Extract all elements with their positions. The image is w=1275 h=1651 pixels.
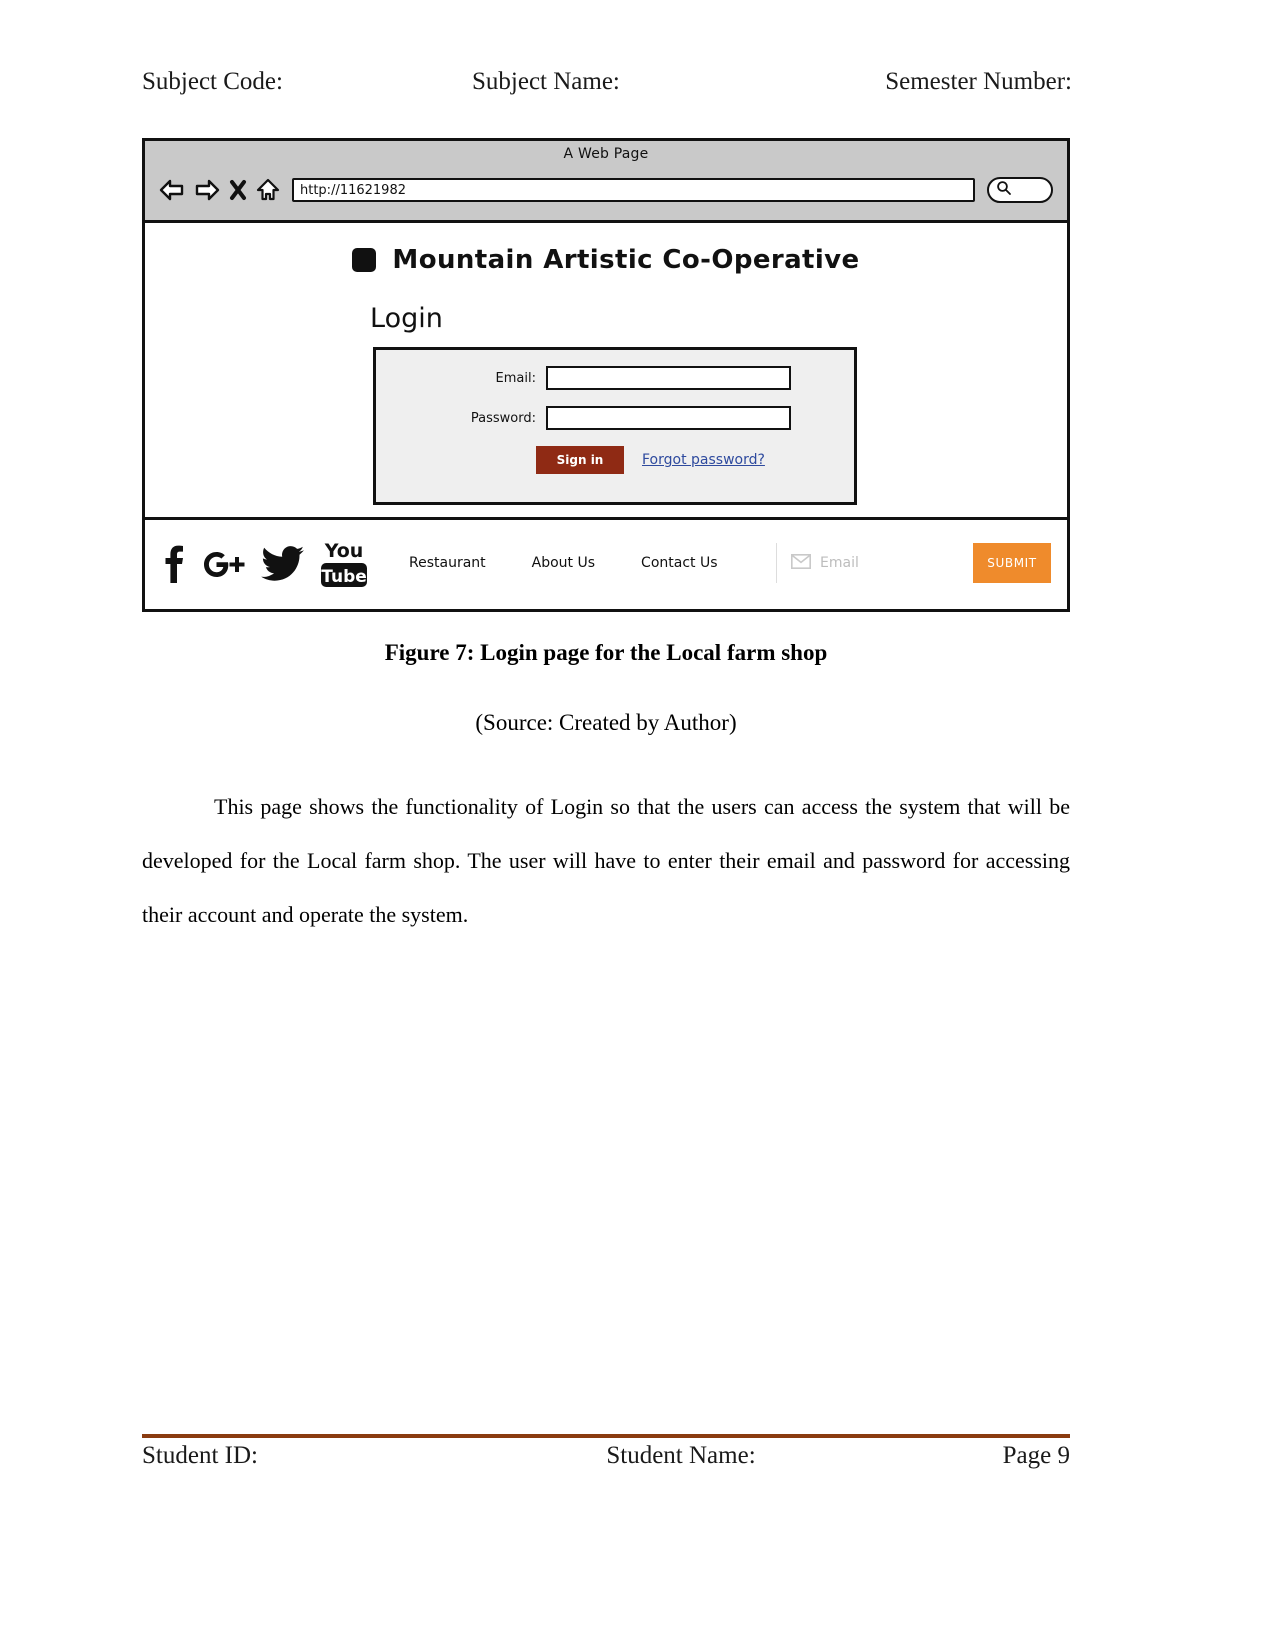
newsletter-email-field[interactable]: Email [777,543,973,583]
newsletter-subscribe: Email SUBMIT [776,543,1051,583]
footer-student-id: Student ID: [142,1442,258,1469]
page-header: Subject Code: Subject Name: Semester Num… [142,68,1072,96]
footer-link-about-us[interactable]: About Us [532,555,595,571]
browser-wireframe-mockup: A Web Page http://11621982 Mountain Arti… [142,138,1070,612]
envelope-icon [791,553,811,573]
home-icon[interactable] [256,178,280,202]
svg-text:You: You [324,540,364,562]
sign-in-button[interactable]: Sign in [536,446,624,474]
figure-caption: Figure 7: Login page for the Local farm … [384,640,828,665]
email-input[interactable] [546,366,791,390]
google-plus-icon[interactable] [201,546,245,580]
social-icons: You Tube [161,537,369,589]
header-subject-code: Subject Code: [142,68,283,95]
forward-arrow-icon[interactable] [194,179,220,201]
browser-nav-icons [159,178,280,202]
browser-toolbar: http://11621982 [145,167,1067,213]
svg-text:Tube: Tube [321,567,367,587]
footer-nav: Restaurant About Us Contact Us [409,555,718,571]
close-x-icon[interactable] [229,179,247,201]
footer-link-restaurant[interactable]: Restaurant [409,555,486,571]
password-row: Password: [376,406,854,430]
facebook-icon[interactable] [161,543,187,583]
footer-link-contact-us[interactable]: Contact Us [641,555,717,571]
newsletter-email-placeholder: Email [820,555,859,571]
password-label: Password: [470,410,536,426]
header-semester-number: Semester Number: [885,68,1072,95]
mock-site-footer: You Tube Restaurant About Us Contact Us … [145,520,1067,606]
youtube-icon[interactable]: You Tube [319,537,369,589]
browser-search-box[interactable] [987,177,1053,203]
header-subject-name: Subject Name: [472,68,620,95]
figure-source: (Source: Created by Author) [475,710,737,735]
browser-window-title: A Web Page [563,146,649,162]
page-footer: Student ID: Student Name: Page 9 [142,1442,1070,1470]
twitter-icon[interactable] [259,544,305,582]
email-label: Email: [495,370,536,386]
footer-page-number: Page 9 [1002,1442,1070,1469]
body-paragraph: This page shows the functionality of Log… [142,794,1070,927]
login-actions: Sign in Forgot password? [376,446,854,474]
forgot-password-link[interactable]: Forgot password? [642,452,765,468]
footer-rule [142,1434,1070,1438]
mock-page-body: Mountain Artistic Co-Operative Login Ema… [145,223,1067,520]
browser-chrome: A Web Page http://11621982 [145,141,1067,223]
email-row: Email: [376,366,854,390]
square-logo-icon [352,248,377,272]
page-title: Login [370,303,443,334]
address-bar[interactable]: http://11621982 [292,178,975,202]
newsletter-submit-button[interactable]: SUBMIT [973,543,1051,583]
address-bar-value: http://11621982 [300,182,406,198]
site-brand: Mountain Artistic Co-Operative [145,223,1067,275]
password-input[interactable] [546,406,791,430]
login-form-panel: Email: Password: Sign in Forgot password… [373,347,857,505]
search-icon [996,180,1012,200]
site-brand-name: Mountain Artistic Co-Operative [392,245,860,275]
back-arrow-icon[interactable] [159,179,185,201]
footer-student-name: Student Name: [606,1442,756,1469]
